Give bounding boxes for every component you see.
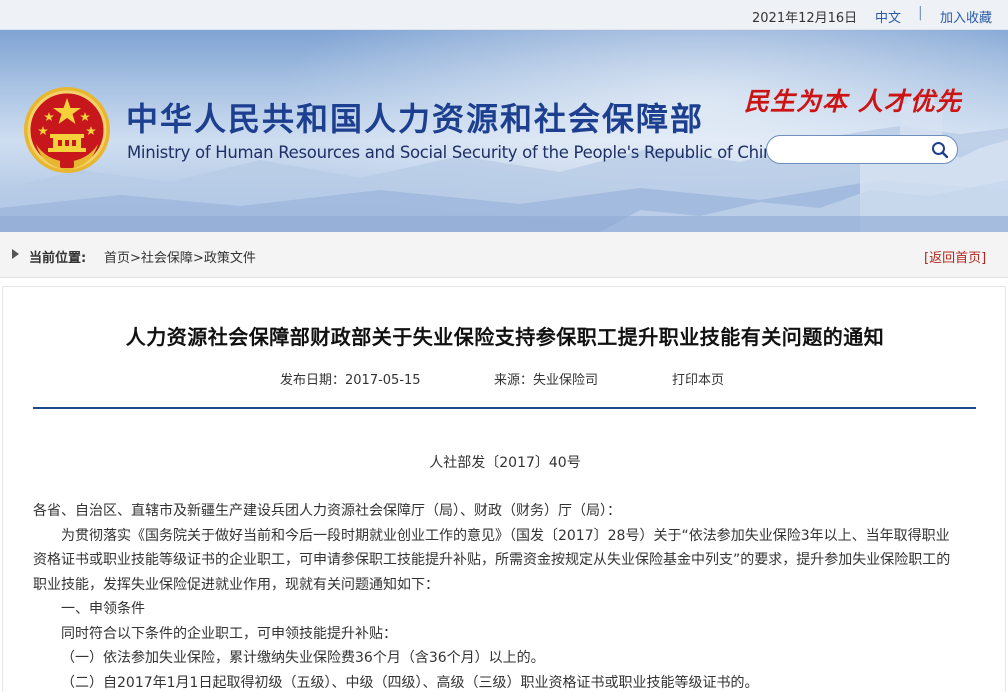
breadcrumb-social-security[interactable]: 社会保障: [141, 251, 193, 266]
breadcrumb-separator: >: [130, 251, 141, 266]
print-page-link[interactable]: 打印本页: [672, 369, 724, 388]
play-arrow-icon: [12, 249, 19, 259]
article-container: 人力资源社会保障部财政部关于失业保险支持参保职工提升职业技能有关问题的通知 发布…: [2, 286, 1006, 692]
search-input[interactable]: [779, 140, 929, 160]
site-slogan: 民生为本 人才优先: [744, 87, 962, 116]
article-body: 各省、自治区、直辖市及新疆生产建设兵团人力资源社会保障厅（局）、财政（财务）厅（…: [33, 499, 963, 692]
article-source: 来源：失业保险司: [494, 373, 599, 388]
site-header-banner: 中华人民共和国人力资源和社会保障部 Ministry of Human Reso…: [0, 30, 1008, 232]
article-list-item: （一）依法参加失业保险，累计缴纳失业保险费36个月（含36个月）以上的。: [61, 650, 545, 666]
article-title: 人力资源社会保障部财政部关于失业保险支持参保职工提升职业技能有关问题的通知: [125, 325, 885, 349]
article-paragraph: 为贯彻落实《国务院关于做好当前和今后一段时期就业创业工作的意见》（国发〔2017…: [33, 527, 951, 593]
article-section-heading: 一、申领条件: [61, 601, 145, 617]
top-bar-separator: |: [918, 5, 923, 21]
breadcrumb-home[interactable]: 首页: [104, 251, 130, 266]
back-to-home-link[interactable]: [返回首页]: [924, 247, 986, 266]
title-divider: [33, 407, 976, 409]
site-title-english: Ministry of Human Resources and Social S…: [127, 143, 783, 162]
add-to-favorites-link[interactable]: 加入收藏: [940, 7, 992, 26]
article-salutation: 各省、自治区、直辖市及新疆生产建设兵团人力资源社会保障厅（局）、财政（财务）厅（…: [33, 503, 621, 519]
breadcrumb: 首页>社会保障>政策文件: [104, 247, 256, 266]
breadcrumb-label: 当前位置:: [29, 251, 87, 266]
top-bar: 2021年12月16日 中文 | 加入收藏: [0, 0, 1008, 30]
search-box: [766, 135, 958, 164]
article-paragraph: 同时符合以下条件的企业职工，可申领技能提升补贴：: [61, 625, 397, 642]
document-number: 人社部发〔2017〕40号: [429, 455, 581, 471]
publish-date: 发布日期：2017-05-15: [280, 373, 421, 388]
site-title-chinese: 中华人民共和国人力资源和社会保障部: [126, 100, 705, 138]
language-link-chinese[interactable]: 中文: [875, 7, 901, 26]
current-date: 2021年12月16日: [752, 11, 858, 26]
article-list-item: （二）自2017年1月1日起取得初级（五级）、中级（四级）、高级（三级）职业资格…: [61, 674, 759, 691]
search-icon[interactable]: [931, 141, 949, 159]
breadcrumb-policy-documents[interactable]: 政策文件: [204, 251, 256, 266]
breadcrumb-separator: >: [192, 251, 204, 266]
breadcrumb-bar: 当前位置: 首页>社会保障>政策文件 [返回首页]: [0, 232, 1008, 278]
national-emblem-icon: [24, 87, 110, 173]
